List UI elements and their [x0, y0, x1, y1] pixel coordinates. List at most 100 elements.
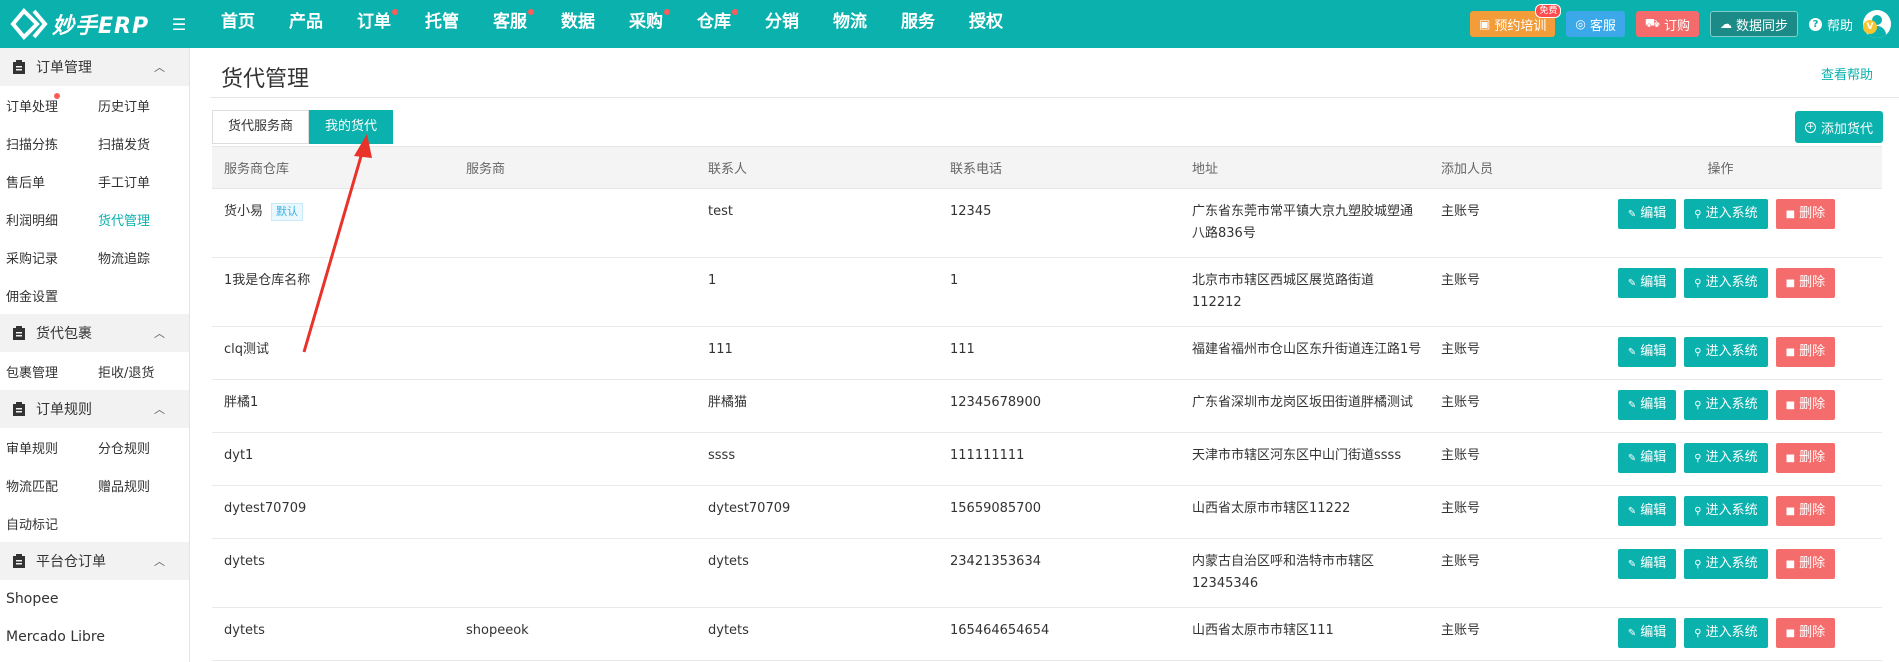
edit-button[interactable]: ✎ 编辑: [1617, 390, 1677, 420]
sidebar-item[interactable]: 扫描分拣: [0, 134, 92, 153]
edit-button[interactable]: ✎ 编辑: [1617, 443, 1677, 473]
cell-warehouse: dytets: [212, 607, 454, 661]
sidebar-item[interactable]: 分仓规则: [92, 438, 184, 457]
delete-button[interactable]: ■ 删除: [1775, 268, 1836, 298]
edit-button[interactable]: ✎ 编辑: [1617, 268, 1677, 298]
tab-forwarder-providers[interactable]: 货代服务商: [212, 110, 310, 144]
logo[interactable]: 妙手ERP: [0, 8, 160, 40]
cell-address: 山西省太原市市辖区111: [1180, 607, 1429, 661]
nav-item-8[interactable]: 分销: [748, 0, 816, 48]
delete-button[interactable]: ■ 删除: [1775, 390, 1836, 420]
chevron-up-icon[interactable]: ︿: [154, 401, 165, 417]
menu-toggle-icon[interactable]: ☰: [168, 15, 190, 34]
sidebar-item[interactable]: 采购记录: [0, 248, 92, 267]
chevron-up-icon[interactable]: ︿: [154, 325, 165, 341]
edit-button[interactable]: ✎ 编辑: [1617, 337, 1677, 367]
sidebar-item[interactable]: 佣金设置: [0, 286, 92, 305]
sidebar-item[interactable]: 历史订单: [92, 96, 184, 115]
book-training-button[interactable]: ▣ 预约培训 免费: [1469, 4, 1562, 37]
enter-system-button[interactable]: ⚲ 进入系统: [1684, 199, 1768, 229]
data-sync-button[interactable]: ☁ 数据同步: [1709, 11, 1798, 37]
chevron-up-icon[interactable]: ︿: [154, 553, 165, 569]
delete-button[interactable]: ■ 删除: [1775, 337, 1836, 367]
nav-item-7[interactable]: 仓库: [680, 0, 748, 48]
enter-system-button[interactable]: ⚲ 进入系统: [1684, 496, 1768, 526]
nav-item-3[interactable]: 托管: [408, 0, 476, 48]
col-phone: 联系电话: [938, 146, 1180, 189]
cell-added-by: 主账号: [1429, 326, 1559, 380]
nav-item-10[interactable]: 服务: [884, 0, 952, 48]
enter-system-button[interactable]: ⚲ 进入系统: [1684, 618, 1768, 648]
edit-button[interactable]: ✎ 编辑: [1617, 199, 1677, 229]
sidebar-item[interactable]: 包裹管理: [0, 362, 92, 381]
nav-item-9[interactable]: 物流: [816, 0, 884, 48]
sidebar-row: 利润明细 货代管理: [0, 200, 189, 238]
cell-added-by: 主账号: [1429, 538, 1559, 608]
nav-item-6[interactable]: 采购: [612, 0, 680, 48]
delete-button[interactable]: ■ 删除: [1775, 549, 1836, 579]
edit-button[interactable]: ✎ 编辑: [1617, 618, 1677, 648]
cell-contact: dytets: [696, 538, 938, 608]
nav-item-11[interactable]: 授权: [952, 0, 1020, 48]
cell-phone: 12345: [938, 188, 1180, 258]
table-row: dytets dytets 23421353634 内蒙古自治区呼和浩特市市辖区123…: [212, 538, 1882, 608]
sidebar-item[interactable]: 手工订单: [92, 172, 184, 191]
sidebar-item[interactable]: 物流追踪: [92, 248, 184, 267]
add-forwarder-button[interactable]: + 添加货代: [1794, 111, 1883, 143]
sidebar-item[interactable]: 利润明细: [0, 210, 92, 229]
nav-item-5[interactable]: 数据: [544, 0, 612, 48]
enter-system-button[interactable]: ⚲ 进入系统: [1684, 443, 1768, 473]
tab-my-forwarders[interactable]: 我的货代: [309, 110, 394, 144]
sidebar-item[interactable]: 扫描发货: [92, 134, 184, 153]
cell-phone: 111: [938, 326, 1180, 380]
sidebar-item[interactable]: 货代管理: [92, 210, 184, 229]
nav-item-label: 物流: [833, 12, 867, 32]
sidebar-item[interactable]: Mercado Libre: [0, 629, 105, 645]
sidebar-item[interactable]: 审单规则: [0, 438, 92, 457]
customer-service-button[interactable]: ◎ 客服: [1566, 11, 1625, 37]
subscribe-button[interactable]: ⛟ 订购: [1635, 11, 1699, 37]
sidebar-item[interactable]: 自动标记: [0, 514, 92, 533]
view-help-link[interactable]: 查看帮助: [1821, 64, 1873, 83]
logo-text: 妙手ERP: [52, 14, 150, 39]
delete-button[interactable]: ■ 删除: [1775, 618, 1836, 648]
address-text: 北京市市辖区西城区展览路街道112212: [1192, 273, 1375, 310]
sidebar-item[interactable]: 物流匹配: [0, 476, 92, 495]
delete-button[interactable]: ■ 删除: [1775, 496, 1836, 526]
edit-button[interactable]: ✎ 编辑: [1617, 496, 1677, 526]
sidebar-item[interactable]: 售后单: [0, 172, 92, 191]
chevron-up-icon[interactable]: ︿: [154, 59, 165, 75]
sidebar-item[interactable]: 拒收/退货: [92, 362, 184, 381]
delete-button[interactable]: ■ 删除: [1775, 199, 1836, 229]
warehouse-name: 货小易: [224, 204, 264, 219]
nav-item-1[interactable]: 产品: [272, 0, 340, 48]
nav-item-4[interactable]: 客服: [476, 0, 544, 48]
cell-contact: 胖橘猫: [696, 379, 938, 433]
sidebar-item[interactable]: 赠品规则: [92, 476, 184, 495]
sidebar-section-0[interactable]: 订单管理 ︿: [0, 48, 189, 86]
delete-button[interactable]: ■ 删除: [1775, 443, 1836, 473]
edit-icon: ✎: [1627, 278, 1637, 289]
sidebar-item-label: 采购记录: [6, 251, 59, 267]
cell-provider: shopeeok: [454, 607, 696, 661]
link-icon: ⚲: [1694, 347, 1702, 358]
sidebar-item[interactable]: 订单处理: [0, 92, 92, 115]
sidebar-section-3[interactable]: 平台仓订单 ︿: [0, 542, 189, 580]
enter-system-button[interactable]: ⚲ 进入系统: [1684, 337, 1768, 367]
sidebar-section-2[interactable]: 订单规则 ︿: [0, 390, 189, 428]
sidebar-item[interactable]: Shopee: [0, 591, 58, 607]
cell-contact: 1: [696, 257, 938, 327]
nav-item-0[interactable]: 首页: [204, 0, 272, 48]
nav-item-2[interactable]: 订单: [340, 0, 408, 48]
notification-dot: [392, 9, 398, 15]
table-row: clq测试 111 111 福建省福州市仓山区东升街道连江路1号 主账号 ✎ 编辑 ⚲ 进入系统…: [212, 326, 1882, 380]
enter-system-button[interactable]: ⚲ 进入系统: [1684, 549, 1768, 579]
cell-contact: test: [696, 188, 938, 258]
sidebar-section-1[interactable]: 货代包裹 ︿: [0, 314, 189, 352]
enter-system-button[interactable]: ⚲ 进入系统: [1684, 390, 1768, 420]
cell-address: 天津市市辖区河东区中山门街道ssss: [1180, 432, 1429, 486]
enter-system-button[interactable]: ⚲ 进入系统: [1684, 268, 1768, 298]
nav-item-label: 仓库: [697, 12, 731, 32]
edit-button[interactable]: ✎ 编辑: [1617, 549, 1677, 579]
help-link[interactable]: ? 帮助: [1808, 15, 1853, 34]
